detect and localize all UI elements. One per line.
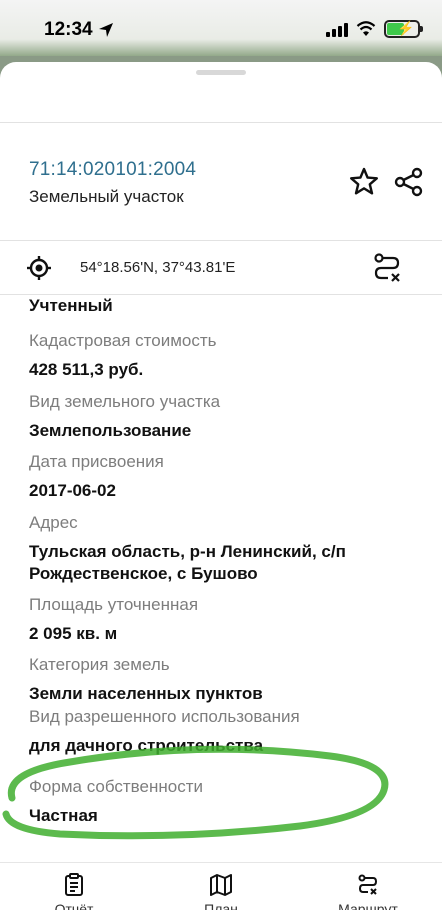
tab-label: План: [204, 901, 238, 910]
coordinates-bar: 54°18.56'N, 37°43.81'E: [0, 240, 442, 295]
tab-label: Маршрут: [338, 901, 398, 910]
property-label: Вид земельного участка: [29, 392, 221, 411]
status-icons: ⚡: [326, 20, 423, 38]
property-value: 2017-06-02: [29, 481, 116, 500]
property-label: Форма собственности: [29, 777, 203, 796]
property-value: Частная: [29, 806, 98, 825]
property-land-category: Категория земель Земли населенных пункто…: [29, 655, 429, 705]
property-land-kind: Вид земельного участка Землепользование: [29, 392, 429, 442]
tab-report[interactable]: Отчёт: [14, 863, 134, 910]
route-icon[interactable]: [370, 251, 404, 285]
property-value: Землепользование: [29, 421, 192, 440]
property-permitted-use: Вид разрешенного использования для дачно…: [29, 707, 429, 757]
sheet-grabber[interactable]: [196, 70, 246, 75]
property-label: Дата присвоения: [29, 452, 164, 471]
wifi-icon: [356, 21, 376, 36]
property-status: Учтенный: [29, 295, 429, 317]
property-value: для дачного строительства: [29, 736, 264, 755]
property-label: Площадь уточненная: [29, 595, 199, 614]
property-value: Учтенный: [29, 296, 113, 315]
battery-charging-icon: ⚡: [384, 20, 423, 38]
crosshair-icon[interactable]: [26, 255, 52, 281]
property-value: 2 095 кв. м: [29, 624, 118, 643]
location-arrow-icon: [99, 23, 113, 37]
property-value: Тульская область, р-н Ленинский, с/п Рож…: [29, 542, 346, 583]
property-label: Вид разрешенного использования: [29, 707, 300, 726]
route-icon: [358, 874, 378, 895]
property-label: Категория земель: [29, 655, 170, 674]
tab-label: Отчёт: [54, 901, 94, 910]
cadastral-number-link[interactable]: 71:14:020101:2004: [29, 159, 196, 181]
property-label: Адрес: [29, 513, 78, 532]
property-date: Дата присвоения 2017-06-02: [29, 452, 429, 502]
signal-icon: [326, 21, 348, 37]
tab-plan[interactable]: План: [161, 863, 281, 910]
report-icon: [65, 873, 83, 896]
property-cadastral-value: Кадастровая стоимость 428 511,3 руб.: [29, 331, 429, 381]
property-value: Земли населенных пунктов: [29, 684, 263, 703]
star-icon[interactable]: [348, 166, 380, 198]
bottom-tab-bar: Отчёт План Маршрут: [0, 862, 442, 910]
map-icon: [210, 874, 232, 896]
divider: [0, 122, 442, 123]
object-type: Земельный участок: [29, 187, 184, 206]
status-time: 12:34: [44, 19, 93, 40]
share-icon[interactable]: [393, 166, 425, 198]
property-area: Площадь уточненная 2 095 кв. м: [29, 595, 429, 645]
coordinates-text[interactable]: 54°18.56'N, 37°43.81'E: [80, 259, 235, 276]
property-address: Адрес Тульская область, р-н Ленинский, с…: [29, 513, 429, 585]
property-ownership: Форма собственности Частная: [29, 777, 429, 827]
tab-route[interactable]: Маршрут: [308, 863, 428, 910]
property-label: Кадастровая стоимость: [29, 331, 217, 350]
status-bar: 12:34 ⚡: [0, 0, 442, 56]
details-sheet: 71:14:020101:2004 Земельный участок 54°1…: [0, 62, 442, 910]
property-value: 428 511,3 руб.: [29, 360, 144, 379]
